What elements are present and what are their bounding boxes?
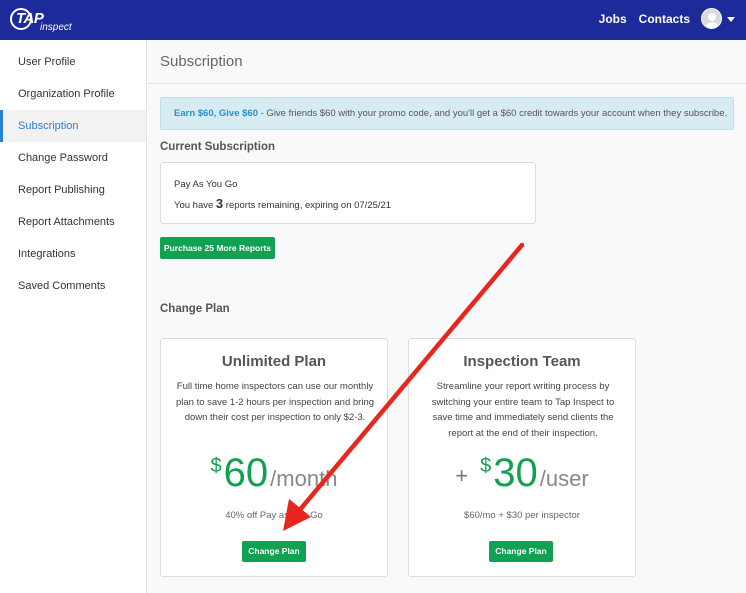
current-subscription-card: Pay As You Go You have 3 reports remaini… — [160, 162, 536, 224]
sidebar-item-user-profile[interactable]: User Profile — [0, 46, 146, 78]
page-header: Subscription — [148, 40, 746, 84]
sidebar-item-report-attachments[interactable]: Report Attachments — [0, 206, 146, 238]
change-plan-button-team[interactable]: Change Plan — [489, 541, 553, 562]
price-period: /month — [270, 466, 338, 491]
settings-sidebar: User Profile Organization Profile Subscr… — [0, 40, 147, 593]
promo-highlight[interactable]: Earn $60, Give $60 — [174, 108, 258, 119]
sidebar-item-saved-comments[interactable]: Saved Comments — [0, 270, 146, 302]
current-subscription-heading: Current Subscription — [160, 141, 276, 153]
avatar-head — [708, 13, 716, 21]
avatar-body — [705, 22, 719, 28]
plan-description: Streamline your report writing process b… — [431, 381, 615, 439]
promo-text: - Give friends $60 with your promo code,… — [257, 108, 728, 119]
price-plus: + — [455, 463, 469, 488]
plan-price: $60/month — [161, 451, 387, 496]
nav-jobs-link[interactable]: Jobs — [599, 12, 627, 26]
price-amount: 30 — [493, 451, 538, 495]
current-plan-name: Pay As You Go — [174, 179, 238, 190]
sidebar-item-organization-profile[interactable]: Organization Profile — [0, 78, 146, 110]
tap-inspect-logo[interactable]: TAP inspect — [10, 6, 72, 34]
remaining-prefix: You have — [174, 200, 216, 211]
top-nav-links: Jobs Contacts — [599, 12, 690, 26]
sidebar-item-report-publishing[interactable]: Report Publishing — [0, 174, 146, 206]
sidebar-item-change-password[interactable]: Change Password — [0, 142, 146, 174]
user-avatar-icon[interactable] — [701, 8, 722, 29]
promo-banner: Earn $60, Give $60 - Give friends $60 wi… — [160, 97, 734, 130]
plan-card-unlimited: Unlimited Plan Full time home inspectors… — [160, 338, 388, 577]
chevron-down-icon[interactable] — [727, 17, 735, 22]
sidebar-item-subscription[interactable]: Subscription — [0, 110, 146, 142]
page-title: Subscription — [160, 53, 243, 70]
plan-description: Full time home inspectors can use our mo… — [175, 381, 375, 423]
sidebar-item-integrations[interactable]: Integrations — [0, 238, 146, 270]
change-plan-button-unlimited[interactable]: Change Plan — [242, 541, 306, 562]
plan-name: Inspection Team — [463, 353, 581, 370]
reports-remaining: You have 3 reports remaining, expiring o… — [174, 196, 391, 211]
price-currency: $ — [210, 455, 222, 477]
price-period: /user — [539, 466, 589, 491]
plan-name: Unlimited Plan — [221, 353, 327, 370]
purchase-more-reports-button[interactable]: Purchase 25 More Reports — [160, 237, 275, 259]
plan-card-inspection-team: Inspection Team Streamline your report w… — [408, 338, 636, 577]
change-plan-heading: Change Plan — [160, 303, 230, 315]
plan-subtext: 40% off Pay as You Go — [225, 510, 323, 521]
plan-price: + $30/user — [409, 451, 635, 496]
top-navbar: TAP inspect Jobs Contacts — [0, 0, 746, 40]
remaining-suffix: reports remaining, expiring on 07/25/21 — [223, 200, 392, 211]
price-currency: $ — [480, 455, 492, 477]
main-content: Subscription Earn $60, Give $60 - Give f… — [148, 40, 746, 593]
plan-subtext: $60/mo + $30 per inspector — [464, 510, 580, 521]
logo-inspect-text: inspect — [40, 22, 72, 33]
nav-contacts-link[interactable]: Contacts — [639, 12, 690, 26]
price-amount: 60 — [223, 451, 269, 495]
